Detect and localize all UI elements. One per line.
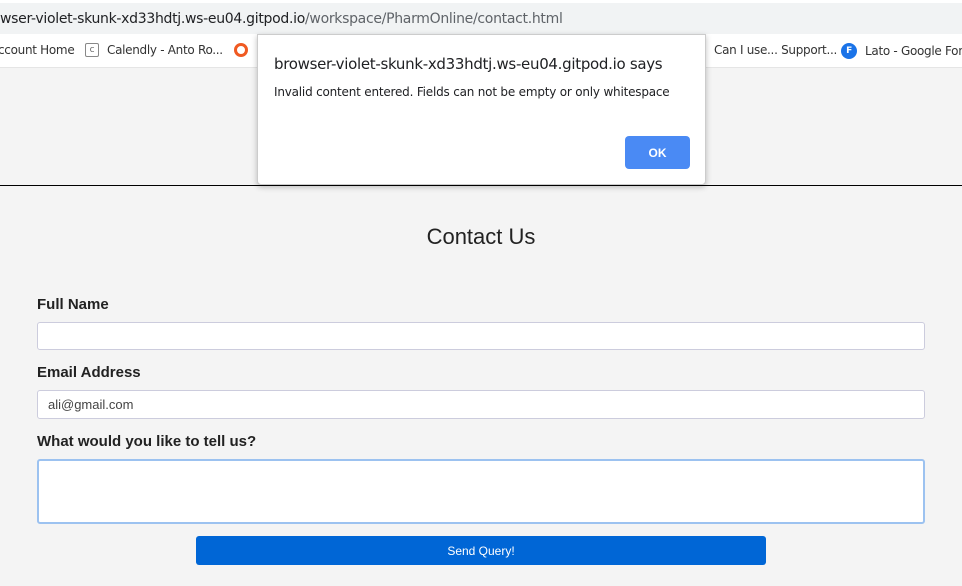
bookmark-label: ccount Home <box>0 43 75 57</box>
calendly-icon: c <box>85 43 99 57</box>
email-input[interactable]: ali@gmail.com <box>37 390 925 419</box>
google-fonts-icon: F <box>841 43 857 59</box>
send-query-button[interactable]: Send Query! <box>196 536 766 565</box>
dialog-message: Invalid content entered. Fields can not … <box>274 85 670 99</box>
bookmark-caniuse[interactable]: Can I use... Support... <box>714 43 837 57</box>
bookmark-label: Calendly - Anto Ro... <box>107 43 223 57</box>
full-name-label: Full Name <box>37 296 109 313</box>
bookmark-account-home[interactable]: ccount Home <box>0 43 75 57</box>
orange-ring-icon <box>234 43 248 57</box>
bookmark-calendly[interactable]: c Calendly - Anto Ro... <box>85 43 223 57</box>
header-divider <box>0 185 962 186</box>
ok-button[interactable]: OK <box>625 136 690 169</box>
url-path: /workspace/PharmOnline/contact.html <box>305 11 563 27</box>
bookmark-label: Can I use... Support... <box>714 43 837 57</box>
message-textarea[interactable] <box>37 459 925 524</box>
bookmark-label: Lato - Google Font <box>865 44 962 58</box>
message-label: What would you like to tell us? <box>37 433 257 450</box>
alert-dialog: browser-violet-skunk-xd33hdtj.ws-eu04.gi… <box>257 34 706 185</box>
bookmark-lato[interactable]: F Lato - Google Font <box>841 43 962 59</box>
url-text[interactable]: wser-violet-skunk-xd33hdtj.ws-eu04.gitpo… <box>0 11 563 27</box>
full-name-input[interactable] <box>37 322 925 350</box>
email-label: Email Address <box>37 364 141 381</box>
dialog-title: browser-violet-skunk-xd33hdtj.ws-eu04.gi… <box>274 55 663 73</box>
address-bar[interactable]: wser-violet-skunk-xd33hdtj.ws-eu04.gitpo… <box>0 0 962 34</box>
page-title: Contact Us <box>426 224 536 249</box>
bookmark-orange[interactable] <box>234 43 248 57</box>
url-host: wser-violet-skunk-xd33hdtj.ws-eu04.gitpo… <box>0 11 305 27</box>
